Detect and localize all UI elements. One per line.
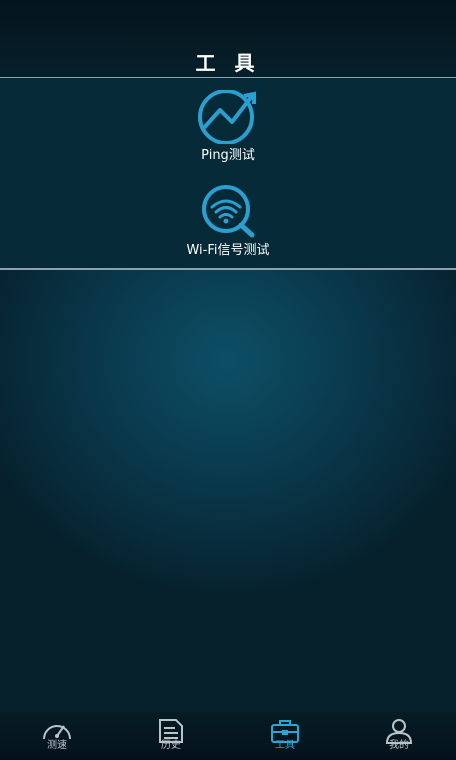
wifi-search-icon <box>202 185 255 238</box>
wifi-signal-test-label: Wi-Fi信号测试 <box>186 243 270 258</box>
tab-history-label: 历史 <box>161 740 181 751</box>
ping-chart-icon <box>198 90 256 144</box>
tab-profile-label: 我的 <box>389 740 409 751</box>
header-bar: 工 具 <box>0 0 456 78</box>
tab-speed-test[interactable]: 测速 <box>0 712 114 760</box>
ping-test-label: Ping测试 <box>201 148 255 163</box>
tab-tools[interactable]: 工具 <box>228 712 342 760</box>
ping-test-item[interactable]: Ping测试 <box>0 78 456 174</box>
tab-profile[interactable]: 我的 <box>342 712 456 760</box>
tab-history[interactable]: 历史 <box>114 712 228 760</box>
tab-speed-test-label: 测速 <box>47 740 67 751</box>
tab-tools-label: 工具 <box>275 740 295 751</box>
bottom-tab-bar: 测速 历史 工具 我的 <box>0 712 456 760</box>
page-title: 工 具 <box>195 51 261 75</box>
wifi-signal-test-item[interactable]: Wi-Fi信号测试 <box>0 173 456 270</box>
